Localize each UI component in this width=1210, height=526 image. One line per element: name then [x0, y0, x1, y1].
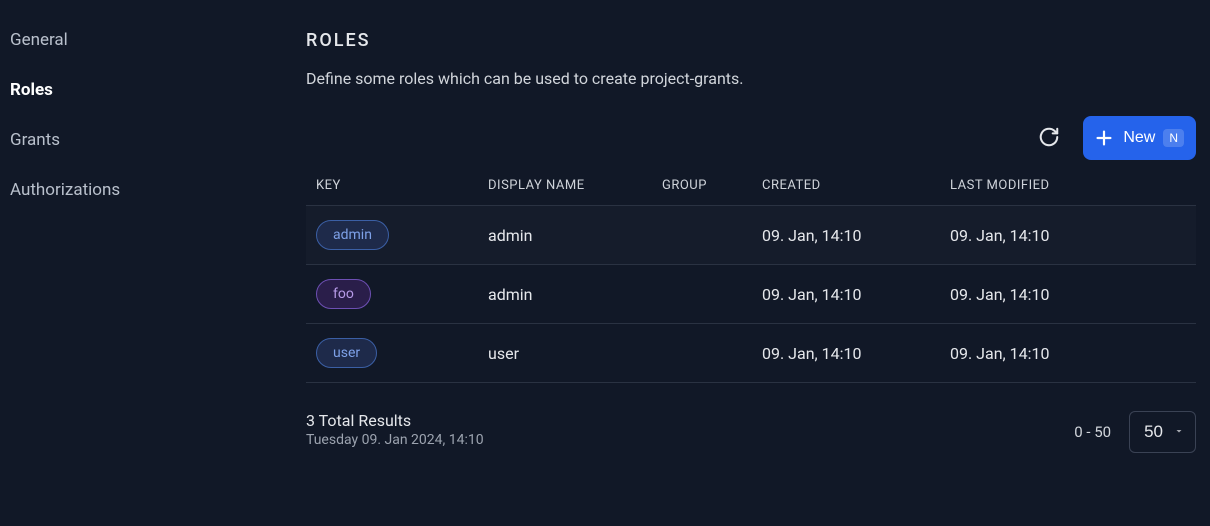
sidebar: General Roles Grants Authorizations [0, 0, 280, 526]
col-header-display-name: DISPLAY NAME [488, 178, 662, 193]
cell-created: 09. Jan, 14:10 [762, 226, 950, 245]
cell-last-modified: 09. Jan, 14:10 [950, 285, 1186, 304]
cell-display-name: user [488, 344, 662, 363]
main-content: ROLES Define some roles which can be use… [280, 0, 1210, 526]
pagination-range: 0 - 50 [1074, 423, 1111, 441]
roles-table: KEY DISPLAY NAME GROUP CREATED LAST MODI… [306, 178, 1196, 383]
cell-last-modified: 09. Jan, 14:10 [950, 226, 1186, 245]
new-button-shortcut: N [1163, 129, 1184, 147]
table-row[interactable]: foo admin 09. Jan, 14:1009. Jan, 14:10 [306, 265, 1196, 324]
role-key-chip[interactable]: admin [316, 220, 389, 250]
page-description: Define some roles which can be used to c… [306, 69, 1196, 88]
col-header-group: GROUP [662, 178, 762, 193]
table-footer: 3 Total Results Tuesday 09. Jan 2024, 14… [306, 383, 1196, 453]
sidebar-item-grants[interactable]: Grants [10, 130, 280, 150]
footer-timestamp: Tuesday 09. Jan 2024, 14:10 [306, 432, 484, 448]
new-button[interactable]: New N [1083, 116, 1196, 160]
table-row[interactable]: user user 09. Jan, 14:1009. Jan, 14:10 [306, 324, 1196, 383]
cell-display-name: admin [488, 285, 662, 304]
chevron-down-icon [1173, 422, 1185, 442]
sidebar-item-authorizations[interactable]: Authorizations [10, 180, 280, 200]
new-button-label: New [1123, 129, 1155, 147]
col-header-key: KEY [316, 178, 488, 193]
plus-icon [1093, 127, 1115, 149]
sidebar-item-roles[interactable]: Roles [10, 80, 280, 100]
col-header-created: CREATED [762, 178, 950, 193]
role-key-chip[interactable]: foo [316, 279, 371, 309]
cell-created: 09. Jan, 14:10 [762, 285, 950, 304]
refresh-button[interactable] [1033, 122, 1065, 154]
col-header-last-modified: LAST MODIFIED [950, 178, 1186, 193]
refresh-icon [1038, 126, 1060, 151]
role-key-chip[interactable]: user [316, 338, 377, 368]
table-header: KEY DISPLAY NAME GROUP CREATED LAST MODI… [306, 178, 1196, 205]
page-title: ROLES [306, 30, 1196, 51]
page-size-value: 50 [1144, 422, 1163, 442]
total-results: 3 Total Results [306, 411, 484, 430]
cell-created: 09. Jan, 14:10 [762, 344, 950, 363]
cell-display-name: admin [488, 226, 662, 245]
table-row[interactable]: admin admin 09. Jan, 14:1009. Jan, 14:10 [306, 206, 1196, 265]
toolbar: New N [306, 116, 1196, 160]
sidebar-item-general[interactable]: General [10, 30, 280, 50]
page-size-select[interactable]: 50 [1129, 411, 1196, 453]
cell-last-modified: 09. Jan, 14:10 [950, 344, 1186, 363]
